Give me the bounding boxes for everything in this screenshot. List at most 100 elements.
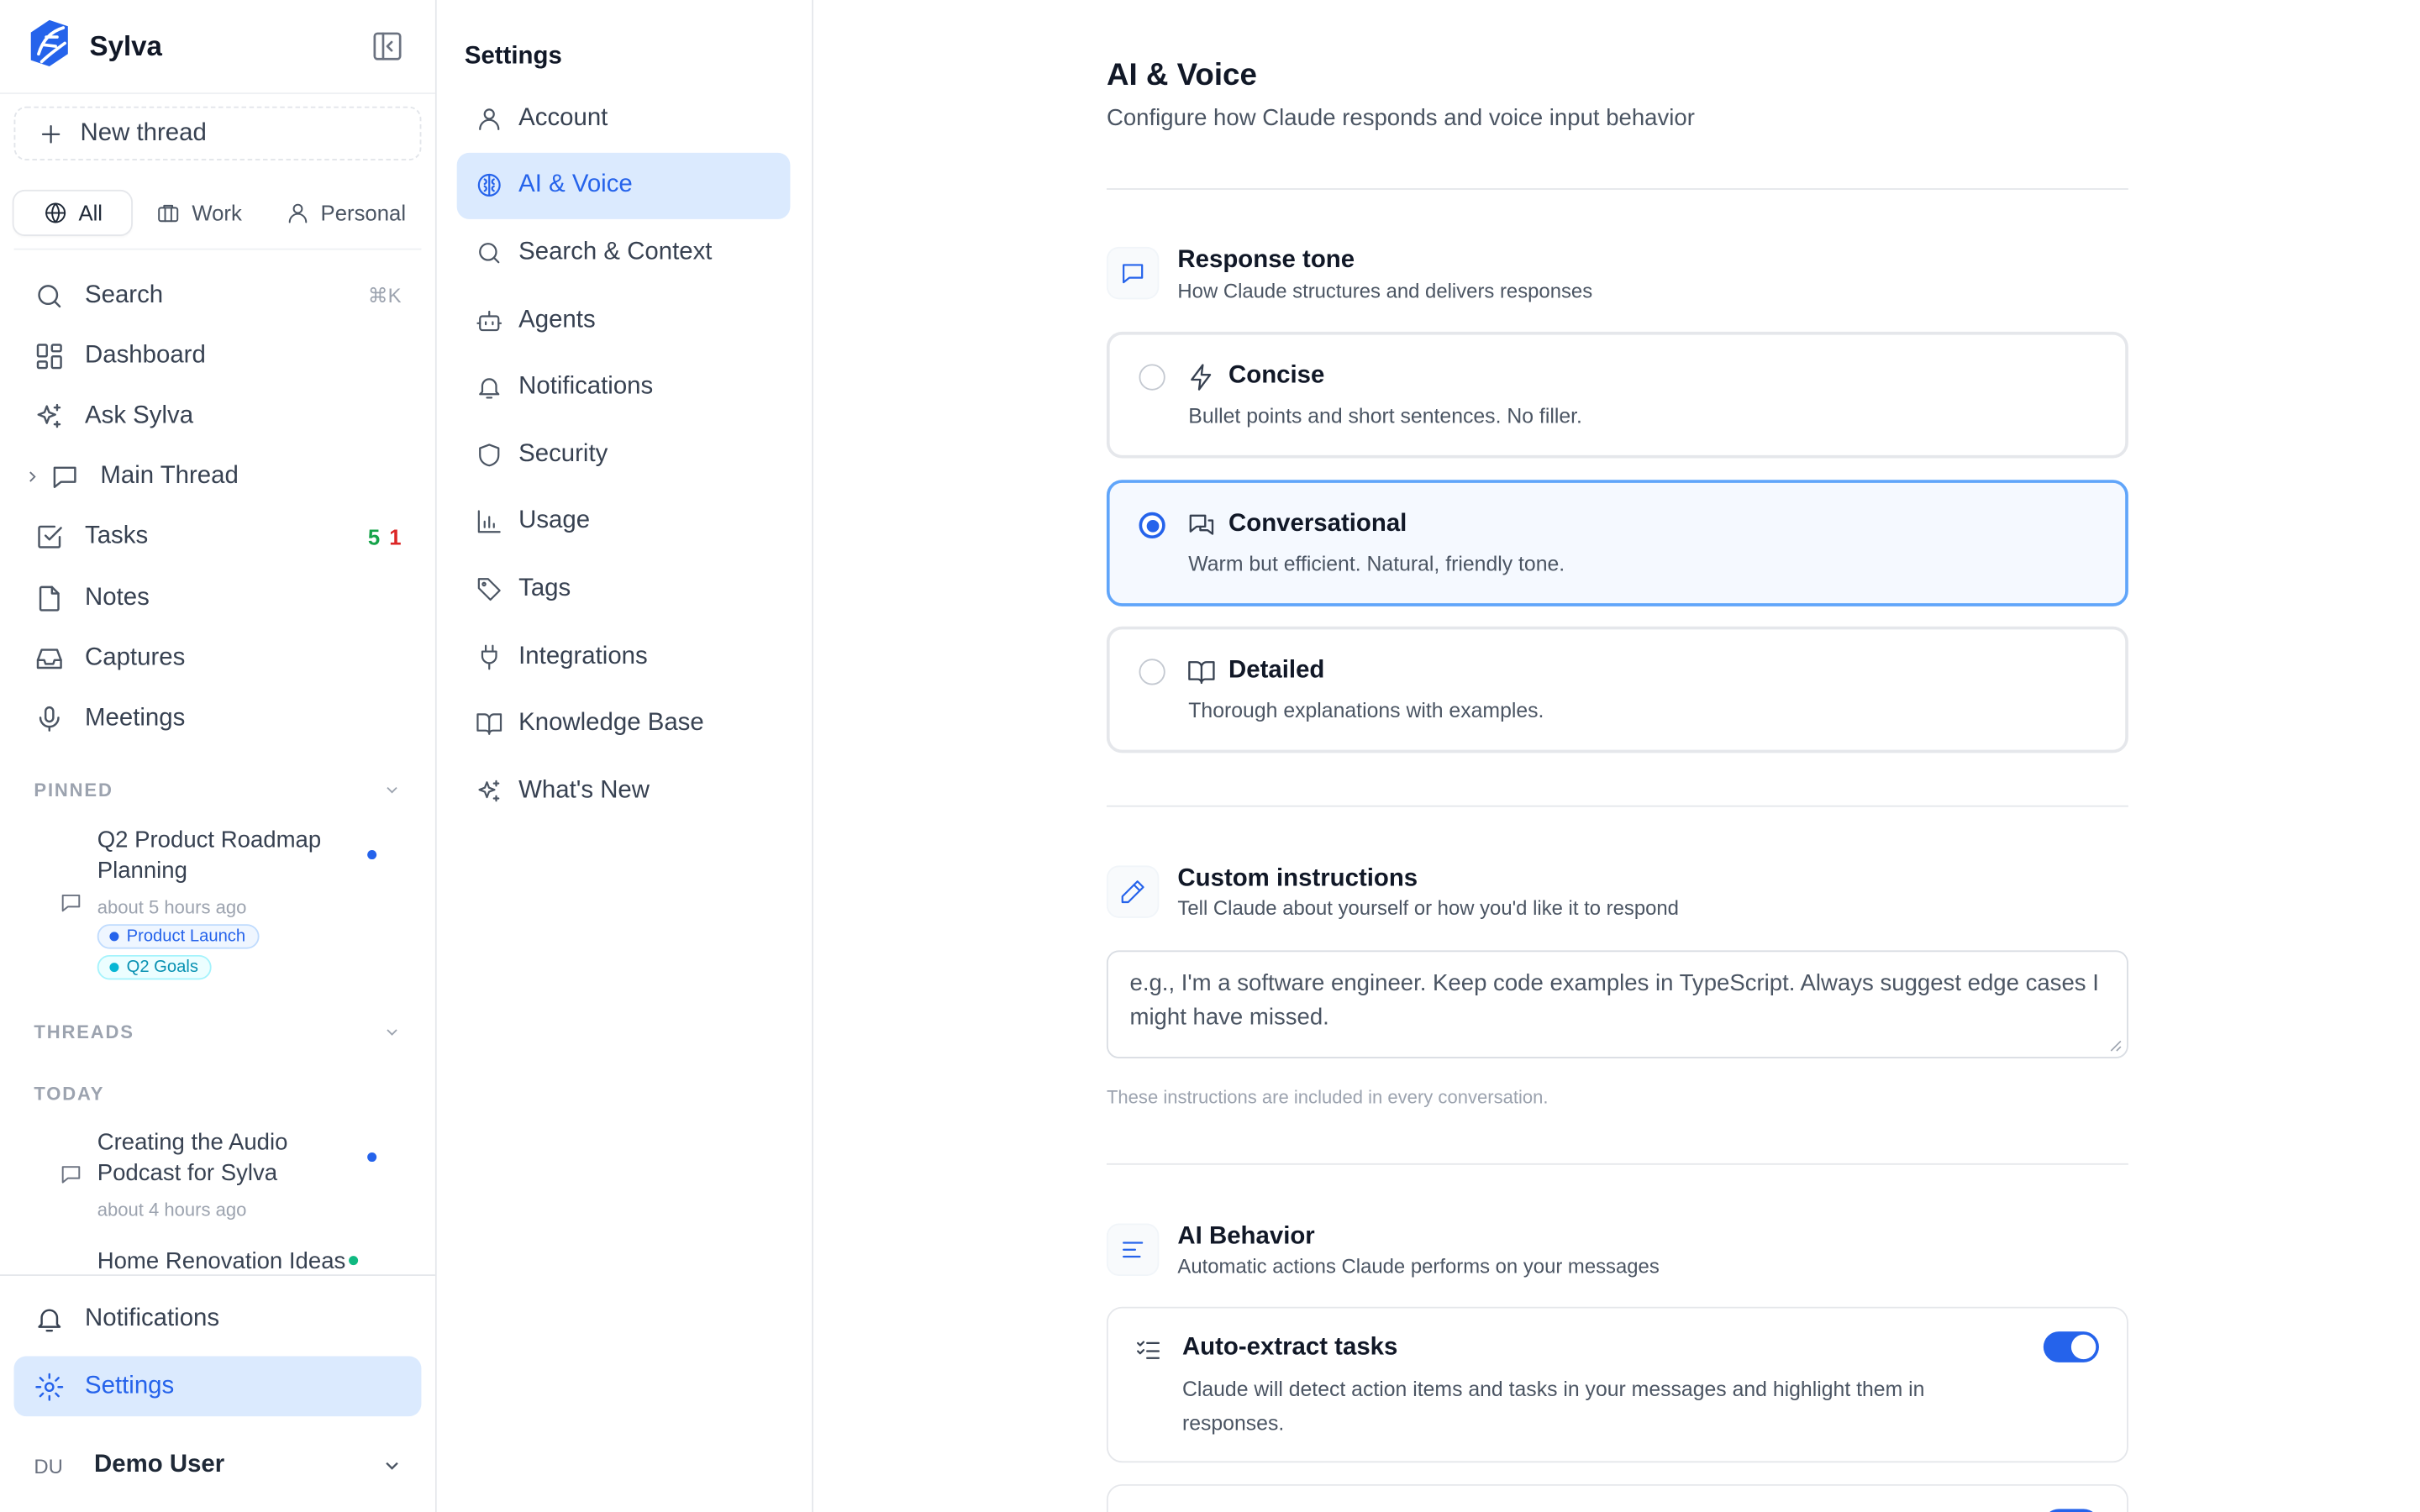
thread-group-heading: TODAY [34, 1083, 105, 1105]
new-thread-label: New thread [80, 119, 207, 146]
thread-item[interactable]: Home Renovation Ideas [59, 1247, 413, 1278]
settings-tab-agents[interactable]: Agents [457, 286, 791, 354]
resize-handle-icon[interactable] [2108, 1038, 2123, 1053]
settings-tab-notifications[interactable]: Notifications [457, 354, 791, 421]
radio-concise[interactable] [1139, 364, 1165, 391]
nav-main-thread[interactable]: Main Thread [0, 447, 435, 507]
option-description: Bullet points and short sentences. No fi… [1188, 404, 1582, 428]
settings-tab-integrations[interactable]: Integrations [457, 623, 791, 690]
chevron-down-icon[interactable] [383, 1023, 402, 1042]
settings-tab-label: Notifications [518, 373, 654, 401]
settings-tab-label: Knowledge Base [518, 710, 704, 737]
tag-badge[interactable]: Product Launch [97, 924, 260, 949]
auto-extract-tasks-toggle[interactable] [2043, 1331, 2099, 1362]
ai-behavior-subtitle: Automatic actions Claude performs on you… [1177, 1254, 1660, 1278]
search-shortcut: ⌘K [367, 283, 402, 307]
plus-icon [41, 124, 60, 143]
tone-option-detailed[interactable]: Detailed Thorough explanations with exam… [1106, 626, 2128, 753]
settings-tab-whats-new[interactable]: What's New [457, 758, 791, 825]
settings-tab-usage[interactable]: Usage [457, 488, 791, 555]
collapse-sidebar-icon[interactable] [371, 29, 404, 63]
nav-label: Captures [85, 644, 186, 671]
custom-instructions-hint: These instructions are included in every… [1106, 1086, 1549, 1108]
filter-personal[interactable]: Personal [270, 192, 421, 234]
settings-tab-account[interactable]: Account [457, 85, 791, 152]
user-menu[interactable]: DU Demo User [34, 1444, 412, 1487]
sylva-logo-icon [24, 17, 74, 76]
tag-badge[interactable]: Q2 Goals [97, 954, 213, 980]
nav-dashboard[interactable]: Dashboard [0, 326, 435, 386]
unread-dot [367, 850, 377, 860]
brand[interactable]: Sylva [24, 15, 162, 76]
option-description: Warm but efficient. Natural, friendly to… [1188, 552, 1565, 576]
settings-tab-tags[interactable]: Tags [457, 556, 791, 623]
textarea-placeholder: e.g., I'm a software engineer. Keep code… [1129, 970, 2099, 1031]
settings-tab-knowledge-base[interactable]: Knowledge Base [457, 690, 791, 758]
nav-label: Main Thread [100, 463, 239, 490]
nav-notifications[interactable]: Notifications [14, 1289, 422, 1349]
nav-settings[interactable]: Settings [13, 1356, 422, 1417]
behavior-toggle[interactable] [2043, 1509, 2099, 1512]
settings-tab-label: Tags [518, 575, 571, 602]
chevron-down-icon[interactable] [383, 780, 402, 799]
nav-label: Notifications [85, 1304, 220, 1331]
chevron-down-icon [386, 1462, 398, 1470]
divider [13, 248, 422, 250]
section-icon [1106, 865, 1160, 918]
dashboard-icon [36, 343, 62, 369]
microphone-icon [39, 706, 60, 732]
new-thread-button[interactable]: New thread [13, 106, 422, 161]
nav-label: Settings [85, 1372, 175, 1399]
nav-ask-sylva[interactable]: Ask Sylva [0, 386, 435, 447]
thread-time: about 5 hours ago [97, 896, 247, 918]
workspace-filters: All Work Personal [13, 190, 422, 236]
main-nav: Search ⌘K Dashboard Ask Sylva Main Threa… [0, 265, 435, 749]
briefcase-icon [158, 204, 179, 223]
nav-search[interactable]: Search ⌘K [0, 265, 435, 326]
open-task-count: 5 [367, 525, 381, 550]
section-icon [1106, 246, 1160, 300]
thread-title: Creating the Audio Podcast for Sylva [97, 1129, 288, 1187]
filter-label: All [78, 200, 103, 226]
pinned-heading: PINNED [34, 779, 113, 801]
settings-tab-label: Integrations [518, 643, 648, 669]
custom-instructions-title: Custom instructions [1177, 865, 1418, 892]
settings-tab-search-context[interactable]: Search & Context [457, 219, 791, 286]
search-icon [479, 243, 500, 264]
chevron-right-icon[interactable] [24, 468, 42, 486]
nav-meetings[interactable]: Meetings [0, 689, 435, 749]
radio-conversational[interactable] [1139, 512, 1165, 539]
option-description: Thorough explanations with examples. [1188, 699, 1544, 722]
sparkles-icon [37, 403, 61, 428]
filter-label: Personal [320, 200, 407, 226]
settings-tab-label: What's New [518, 777, 650, 804]
tag-icon [477, 578, 501, 601]
nav-tasks[interactable]: Tasks 51 [0, 507, 435, 568]
option-label: Detailed [1228, 657, 1325, 684]
divider [1106, 188, 2128, 190]
nav-captures[interactable]: Captures [0, 628, 435, 689]
unread-dot [367, 1152, 377, 1163]
tone-option-conversational[interactable]: Conversational Warm but efficient. Natur… [1106, 480, 2128, 606]
gear-icon [35, 1372, 64, 1400]
page-subtitle: Configure how Claude responds and voice … [1106, 104, 1695, 132]
settings-tab-label: Search & Context [518, 239, 713, 265]
nav-label: Notes [85, 584, 150, 611]
custom-instructions-input[interactable]: e.g., I'm a software engineer. Keep code… [1106, 950, 2128, 1059]
settings-tab-security[interactable]: Security [457, 421, 791, 488]
settings-tab-label: Security [518, 440, 608, 468]
response-tone-title: Response tone [1177, 246, 1355, 274]
nav-notes[interactable]: Notes [0, 568, 435, 628]
user-icon [479, 108, 500, 130]
tone-option-concise[interactable]: Concise Bullet points and short sentence… [1106, 331, 2128, 459]
bar-chart-icon [477, 510, 501, 533]
bell-icon [38, 1308, 61, 1331]
settings-tab-ai-voice[interactable]: AI & Voice [456, 152, 791, 220]
filter-all[interactable]: All [13, 191, 132, 235]
radio-detailed[interactable] [1139, 659, 1165, 685]
page-title: AI & Voice [1106, 58, 1257, 93]
plug-icon [481, 643, 497, 669]
filter-work[interactable]: Work [141, 192, 258, 234]
pinned-thread[interactable]: Q2 Product Roadmap Planning about 5 hour… [59, 826, 413, 986]
thread-item[interactable]: Creating the Audio Podcast for Sylva abo… [59, 1128, 413, 1227]
